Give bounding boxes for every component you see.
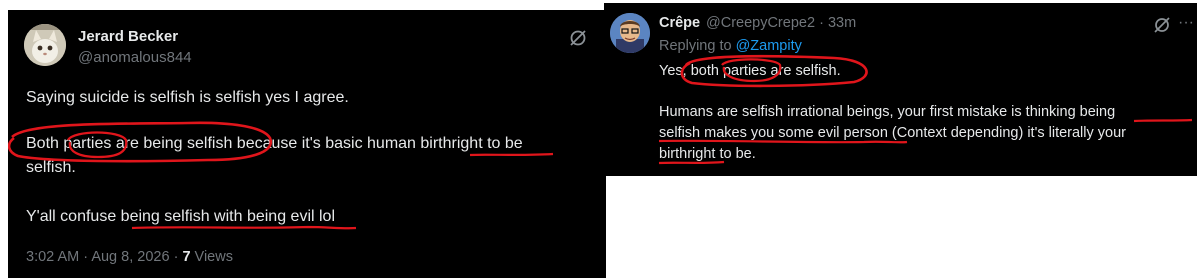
cartoon-avatar-image — [610, 13, 650, 53]
more-options-icon[interactable]: ··· — [1178, 14, 1194, 32]
right-tweet-card: Crêpe @CreepyCrepe2 · 33m ··· Replying t… — [604, 3, 1197, 176]
author-name[interactable]: Jerard Becker — [78, 28, 178, 45]
tweet-date: Aug 8, 2026 — [91, 249, 170, 265]
author-meta: @CreepyCrepe2 · 33m — [706, 15, 856, 31]
tweet-line-2b: because it's basic human birthright to b… — [236, 135, 523, 152]
tweet-line-3: selfish makes you some evil person (Cont… — [659, 125, 1126, 141]
separator: · — [173, 249, 179, 265]
tweet-age[interactable]: 33m — [828, 15, 856, 31]
replying-handle-link[interactable]: @Zampity — [736, 38, 802, 54]
tweet-line-2a: Both parties are being selfish — [26, 135, 237, 152]
views-count: 7 — [182, 249, 191, 265]
tweet-time: 3:02 AM — [26, 249, 80, 265]
tweet-line-4: birthright to be. — [659, 146, 756, 162]
cat-avatar-image — [24, 24, 66, 66]
tweet-line-4: Y'all confuse being selfish with being e… — [26, 208, 336, 225]
views-label: Views — [194, 249, 233, 265]
cartoon-avatar[interactable] — [610, 13, 650, 53]
author-handle[interactable]: @CreepyCrepe2 — [706, 15, 815, 31]
separator: · — [83, 249, 89, 265]
replying-prefix: Replying to — [659, 38, 736, 54]
tweet-line-1: Saying suicide is selfish is selfish yes… — [26, 89, 349, 106]
separator: · — [819, 15, 824, 31]
author-handle[interactable]: @anomalous844 — [78, 49, 192, 66]
tweet-line-2: Both parties are being selfish because i… — [26, 132, 523, 156]
replying-to: Replying to @Zampity — [659, 38, 802, 54]
tweet-timestamp[interactable]: 3:02 AM · Aug 8, 2026 · 7 Views — [26, 249, 233, 265]
grok-icon[interactable] — [1152, 15, 1172, 40]
tweet-line-1: Yes, both parties are selfish. — [659, 63, 841, 79]
tweet-line-3: selfish. — [26, 159, 76, 176]
grok-icon[interactable] — [567, 27, 589, 54]
author-name[interactable]: Crêpe — [659, 15, 700, 31]
underline-being — [1133, 118, 1193, 123]
left-tweet-card: Jerard Becker @anomalous844 Saying suici… — [8, 10, 606, 278]
cat-avatar[interactable] — [24, 24, 66, 66]
tweet-line-2: Humans are selfish irrational beings, yo… — [659, 104, 1116, 120]
